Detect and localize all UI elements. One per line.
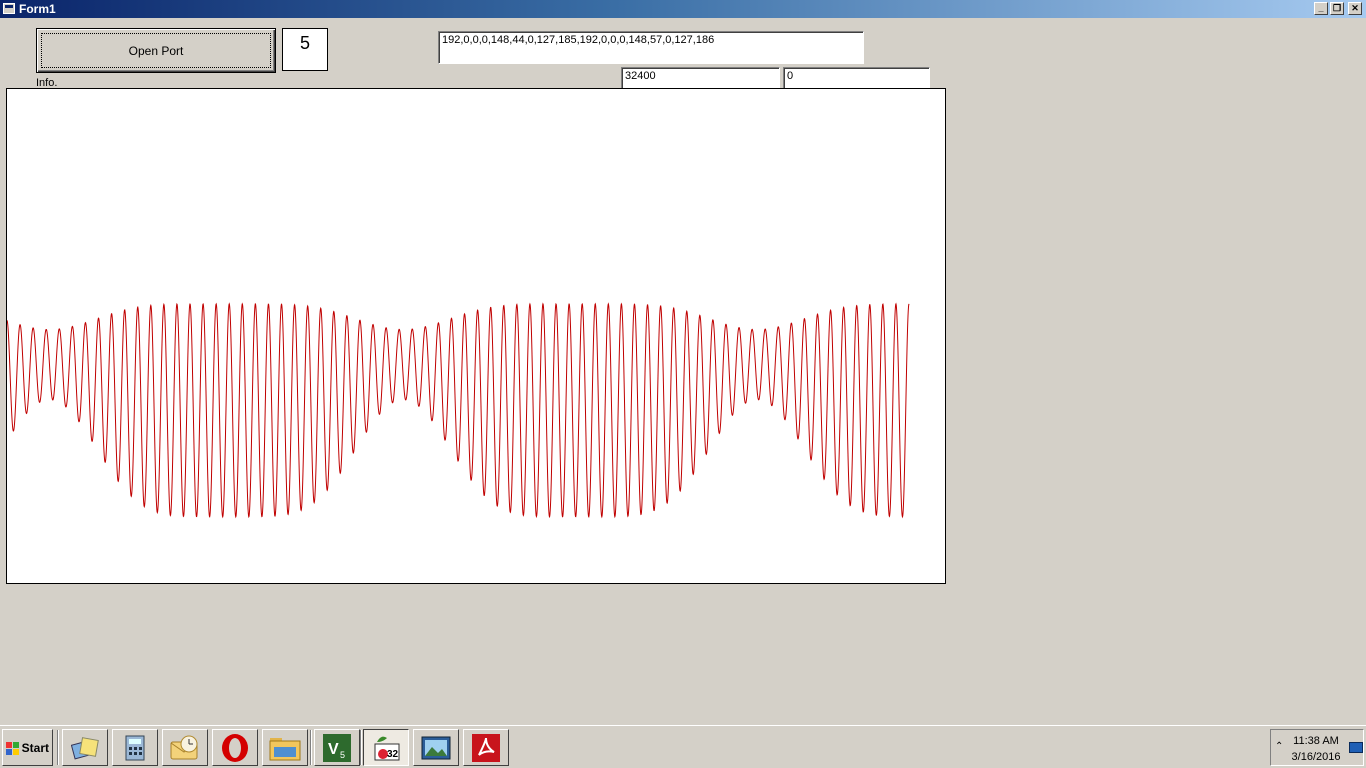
open-port-button[interactable]: Open Port [36, 28, 276, 73]
file-manager-icon [269, 737, 301, 760]
windows-logo-icon [6, 742, 20, 755]
taskbar-file-manager[interactable] [262, 729, 308, 766]
close-button[interactable]: ✕ [1348, 2, 1362, 15]
data-line-textbox[interactable]: 192,0,0,0,148,44,0,127,185,192,0,0,0,148… [438, 31, 864, 64]
focus-rectangle [41, 33, 271, 68]
svg-text:5: 5 [340, 750, 345, 760]
start-label: Start [21, 740, 49, 755]
form-app-icon: 32 [374, 736, 400, 760]
minimize-button[interactable]: _ [1314, 2, 1328, 15]
system-tray: ⌃ 11:38 AM 3/16/2016 [1270, 729, 1364, 766]
restore-icon: ❐ [1332, 3, 1342, 13]
count-display: 5 [282, 28, 328, 71]
v5-app-icon: V 5 [323, 733, 351, 762]
svg-text:V: V [328, 741, 339, 758]
restore-button[interactable]: ❐ [1330, 2, 1344, 15]
taskbar-separator [310, 730, 312, 765]
opera-icon [222, 733, 248, 762]
taskbar-separator [360, 730, 362, 765]
taskbar-separator [57, 730, 59, 765]
signal-plot-svg [7, 302, 910, 519]
signal-waveform [7, 302, 910, 519]
taskbar-acrobat[interactable] [463, 729, 509, 766]
show-desktop-icon [71, 736, 99, 759]
clock-time[interactable]: 11:38 AM [1285, 735, 1347, 747]
clock-date[interactable]: 3/16/2016 [1285, 751, 1347, 763]
title-bar: Form1 _ ❐ ✕ [0, 0, 1366, 18]
minimize-icon: _ [1318, 3, 1324, 13]
taskbar-opera[interactable] [212, 729, 258, 766]
window-title: Form1 [19, 2, 56, 16]
svg-text:32: 32 [387, 749, 399, 760]
tray-expand-icon[interactable]: ⌃ [1275, 741, 1283, 752]
close-icon: ✕ [1351, 3, 1359, 13]
taskbar-calculator[interactable] [112, 729, 158, 766]
taskbar-form-app[interactable]: 32 [363, 729, 409, 766]
start-button[interactable]: Start [2, 729, 53, 766]
calculator-icon [125, 735, 145, 760]
taskbar-outlook[interactable] [162, 729, 208, 766]
taskbar: Start V 5 32 ⌃ 11:38 AM 3/16/2016 [0, 725, 1366, 768]
acrobat-icon [472, 733, 500, 762]
taskbar-image-viewer[interactable] [413, 729, 459, 766]
network-icon[interactable] [1349, 742, 1363, 753]
taskbar-show-desktop[interactable] [62, 729, 108, 766]
signal-plot [6, 88, 946, 584]
app-window-icon[interactable] [3, 3, 15, 14]
taskbar-v5-app[interactable]: V 5 [314, 729, 360, 766]
outlook-icon [170, 735, 198, 759]
image-viewer-icon [421, 736, 451, 759]
